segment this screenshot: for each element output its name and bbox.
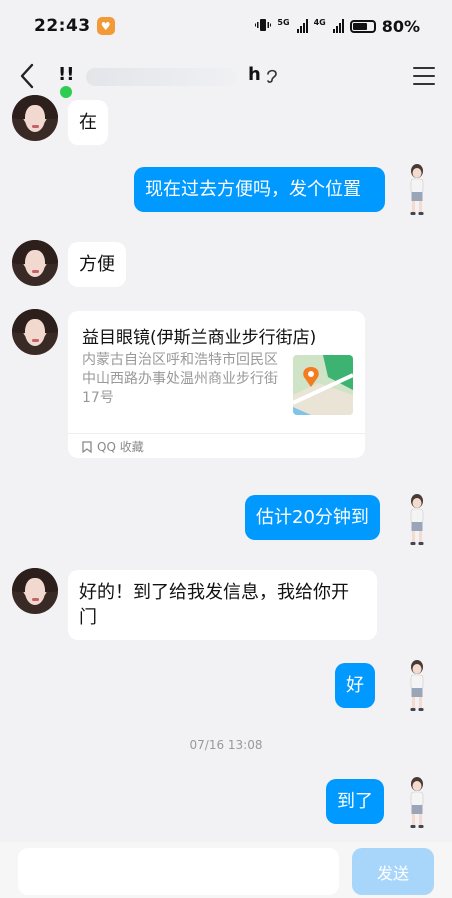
message-bubble-outgoing[interactable]: 到了 (326, 779, 384, 824)
notification-app-icon: ♥ (96, 17, 115, 35)
send-button[interactable]: 发送 (352, 848, 434, 895)
contact-title[interactable]: !! h (58, 56, 412, 98)
chevron-left-icon (20, 63, 34, 89)
contact-name-blurred (86, 68, 236, 86)
message-bubble-incoming[interactable]: 在 (68, 100, 108, 145)
bookmark-icon (82, 440, 92, 453)
contact-name-prefix: !! (58, 64, 75, 85)
vibrate-icon (255, 18, 272, 35)
status-right: 5G 4G 80% (255, 17, 420, 36)
location-source: QQ 收藏 (82, 438, 144, 455)
ear-icon (267, 69, 277, 83)
contact-avatar[interactable] (12, 309, 58, 355)
input-bar: 发送 (0, 842, 452, 898)
location-map-thumbnail[interactable] (293, 355, 353, 415)
contact-avatar[interactable] (12, 568, 58, 614)
battery-icon (349, 19, 376, 33)
my-avatar[interactable] (402, 775, 432, 831)
back-button[interactable] (16, 62, 38, 90)
chat-header: !! h (0, 52, 452, 100)
message-bubble-outgoing[interactable]: 现在过去方便吗，发个位置 (134, 167, 385, 212)
my-avatar[interactable] (402, 162, 432, 218)
message-bubble-incoming[interactable]: 好的！到了给我发信息，我给你开门 (68, 570, 377, 640)
network-type-2: 4G (313, 17, 326, 27)
online-status-dot (60, 86, 72, 98)
contact-avatar[interactable] (12, 240, 58, 286)
menu-line (413, 83, 435, 85)
message-bubble-outgoing[interactable]: 估计20分钟到 (245, 495, 380, 540)
my-avatar[interactable] (402, 492, 432, 548)
signal-icon-1 (296, 19, 308, 33)
menu-button[interactable] (412, 64, 436, 88)
location-card[interactable]: 益目眼镜(伊斯兰商业步行街店) 内蒙古自治区呼和浩特市回民区中山西路办事处温州商… (68, 311, 365, 458)
my-avatar[interactable] (402, 658, 432, 714)
battery-percent: 80% (381, 16, 420, 36)
menu-line (413, 75, 435, 77)
location-address: 内蒙古自治区呼和浩特市回民区中山西路办事处温州商业步行街17号 (82, 352, 278, 406)
location-source-label: QQ 收藏 (97, 440, 144, 454)
location-title: 益目眼镜(伊斯兰商业步行街店) (82, 328, 317, 348)
message-bubble-outgoing[interactable]: 好 (335, 663, 375, 708)
message-bubble-incoming[interactable]: 方便 (68, 242, 126, 287)
message-timestamp: 07/16 13:08 (189, 738, 263, 752)
status-left: 22:43 ♥ (34, 16, 115, 36)
network-type-1: 5G (277, 17, 290, 27)
contact-avatar[interactable] (12, 95, 58, 141)
contact-name-suffix: h (248, 64, 261, 85)
status-bar: 22:43 ♥ 5G 4G 80% (0, 0, 452, 52)
hamburger-menu-icon (413, 67, 435, 69)
divider (68, 433, 365, 434)
signal-icon-2 (332, 19, 344, 33)
status-time: 22:43 (34, 16, 91, 36)
message-input[interactable] (18, 848, 339, 895)
